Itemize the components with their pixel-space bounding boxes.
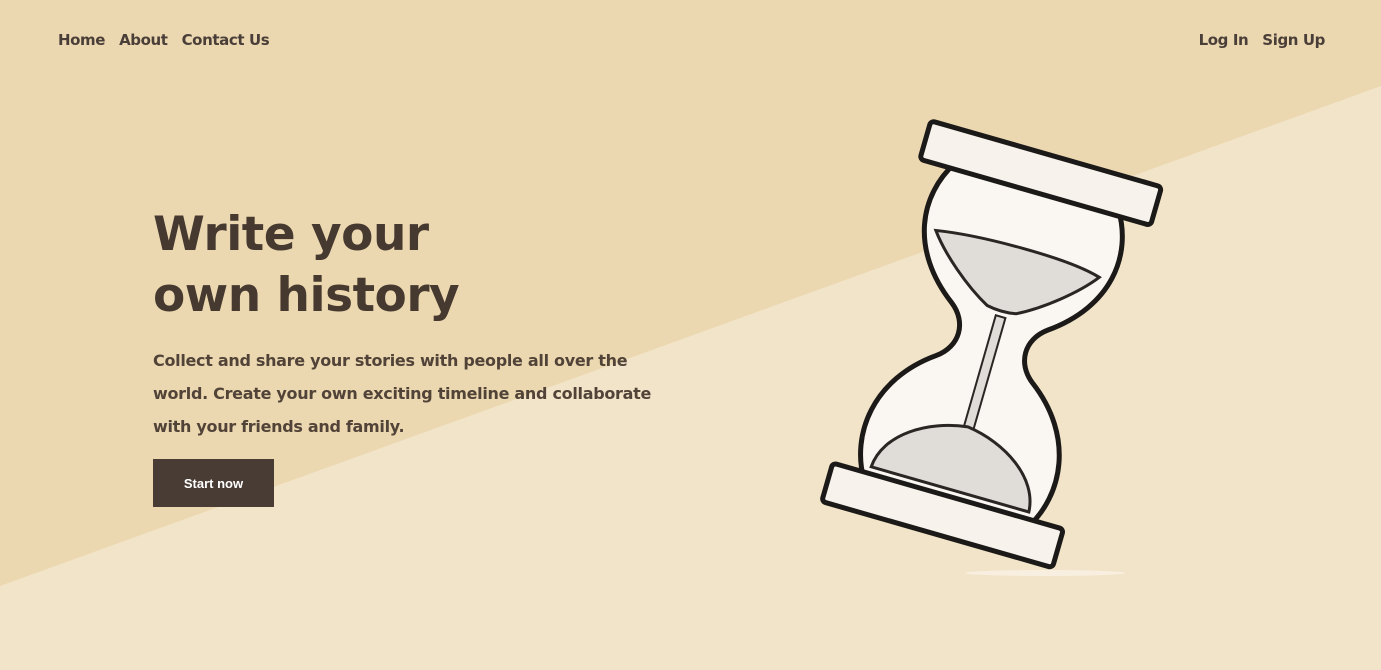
signup-link[interactable]: Sign Up: [1262, 28, 1325, 52]
top-navigation: Home About Contact Us Log In Sign Up: [0, 28, 1381, 54]
hero-section: Write your own history Collect and share…: [153, 204, 653, 507]
hero-description: Collect and share your stories with peop…: [153, 351, 652, 436]
nav-contact-link[interactable]: Contact Us: [182, 28, 270, 52]
account-nav: Log In Sign Up: [1199, 28, 1326, 52]
hourglass-icon: [810, 110, 1170, 590]
login-link[interactable]: Log In: [1199, 28, 1249, 52]
nav-home-link[interactable]: Home: [58, 28, 105, 52]
primary-nav: Home About Contact Us: [58, 28, 270, 52]
hero-title: Write your own history: [153, 207, 460, 323]
nav-about-link[interactable]: About: [119, 28, 168, 52]
start-now-button[interactable]: Start now: [153, 459, 274, 507]
